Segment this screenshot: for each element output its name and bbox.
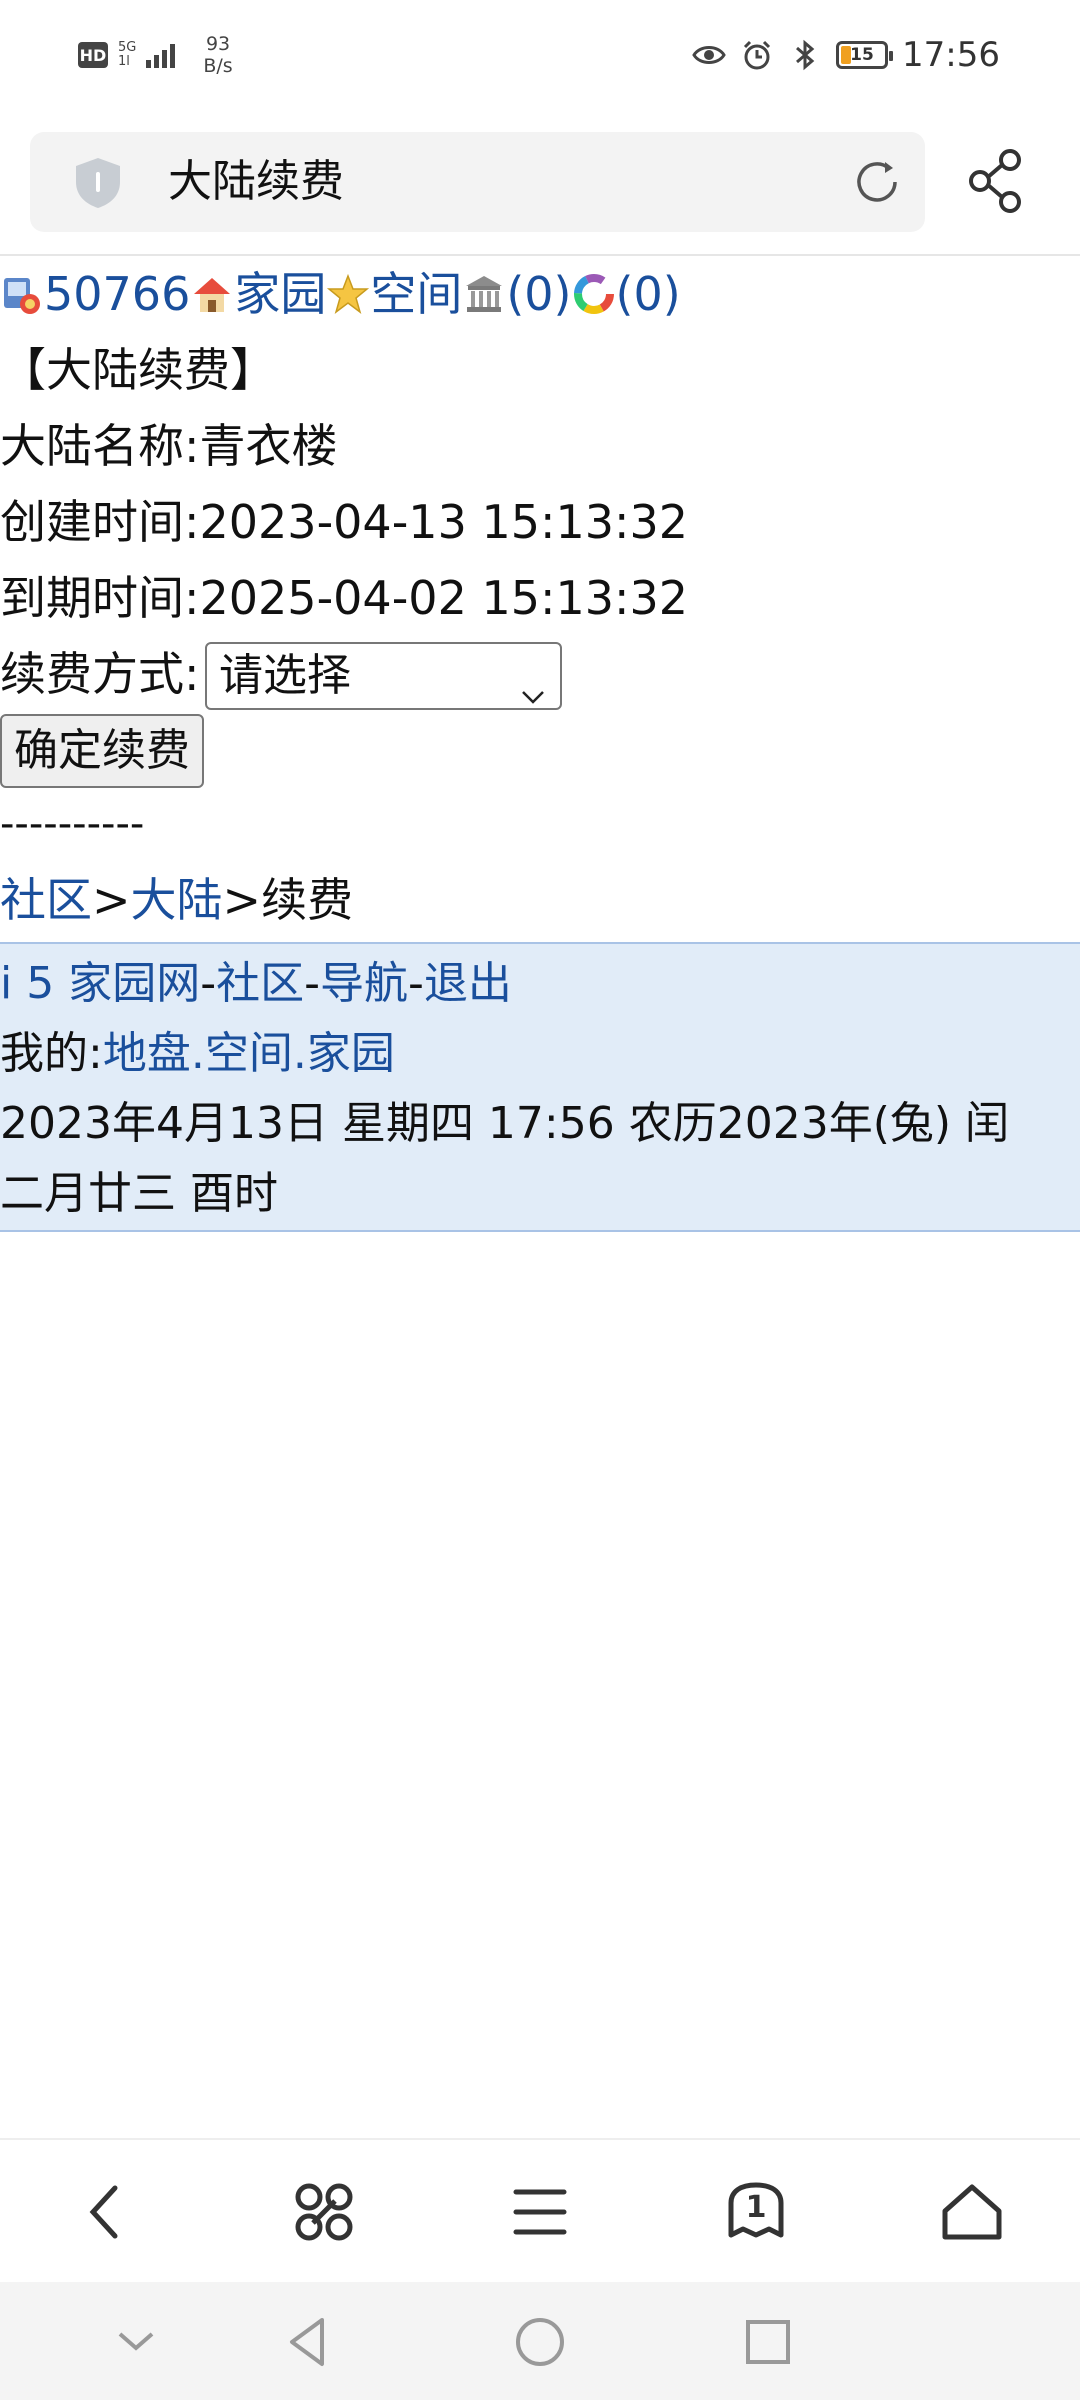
menu-icon[interactable] <box>504 2176 576 2248</box>
breadcrumb: 社区>大陆>续费 <box>0 868 353 932</box>
expire-row: 到期时间:2025-04-02 15:13:32 <box>0 566 688 630</box>
footer-dash-1: - <box>200 958 217 1009</box>
home-icon[interactable] <box>936 2176 1008 2248</box>
page-title[interactable]: 大陆续费 <box>168 154 344 210</box>
footer-space-link[interactable]: 空间 <box>205 1028 293 1079</box>
footer-mine-row: 我的:地盘.空间.家园 <box>0 1022 395 1086</box>
breadcrumb-sep-2: > <box>222 873 262 927</box>
breadcrumb-sep-1: > <box>92 873 131 927</box>
system-nav-bar <box>0 2282 1080 2400</box>
address-bar[interactable]: 大陆续费 <box>30 132 925 232</box>
color-wheel-icon[interactable] <box>572 268 616 314</box>
system-home-icon[interactable] <box>510 2312 570 2372</box>
network-sub-label: 1l <box>118 54 130 69</box>
name-value: 青衣楼 <box>199 419 338 473</box>
battery-icon: 15 <box>836 41 894 69</box>
footer-mine-label: 我的: <box>0 1028 103 1079</box>
space-link[interactable]: 空间 <box>370 267 462 321</box>
network-speed: 93 B/s <box>203 33 232 77</box>
name-row: 大陆名称:青衣楼 <box>0 414 338 478</box>
bluetooth-icon <box>788 38 822 72</box>
separator-line: ---------- <box>0 801 145 847</box>
tabs-count: 1 <box>745 2190 767 2225</box>
star-icon[interactable] <box>326 268 370 314</box>
site-footer: i 5 家园网-社区-导航-退出 我的:地盘.空间.家园 2023年4月13日 … <box>0 942 1080 1232</box>
home-link[interactable]: 家园 <box>234 267 326 321</box>
footer-date-line-1: 2023年4月13日 星期四 17:56 农历2023年(兔) 闰 <box>0 1098 1010 1149</box>
breadcrumb-community[interactable]: 社区 <box>0 873 92 927</box>
user-avatar-icon[interactable] <box>0 268 44 314</box>
created-value: 2023-04-13 15:13:32 <box>199 495 689 549</box>
alarm-icon <box>740 38 774 72</box>
home-house-icon[interactable] <box>190 268 234 312</box>
footer-dot-1: . <box>190 1028 205 1079</box>
expire-value: 2025-04-02 15:13:32 <box>199 571 689 625</box>
signal-icon <box>146 42 176 68</box>
speed-value: 93 <box>205 33 231 55</box>
share-icon[interactable] <box>962 146 1032 216</box>
count1-link[interactable]: (0) <box>506 267 571 321</box>
browser-bottom-nav: 1 <box>0 2138 1080 2284</box>
network-label: 5G <box>118 40 137 55</box>
reload-icon[interactable] <box>849 154 905 210</box>
hd-badge: HD <box>78 42 108 68</box>
chevron-down-icon <box>520 664 546 704</box>
status-right: 15 17:56 <box>692 30 1000 80</box>
renewal-method-select[interactable]: 请选择 <box>205 642 562 710</box>
name-label: 大陆名称: <box>0 419 200 473</box>
status-left: HD 5G 1l 93 B/s <box>78 30 233 80</box>
battery-level: 15 <box>850 45 874 65</box>
footer-dot-2: . <box>292 1028 307 1079</box>
network-type: 5G 1l <box>118 41 136 69</box>
footer-nav-row: i 5 家园网-社区-导航-退出 <box>0 952 512 1016</box>
footer-logout-link[interactable]: 退出 <box>424 958 512 1009</box>
footer-nav-link[interactable]: 导航 <box>320 958 408 1009</box>
system-recents-icon[interactable] <box>738 2312 798 2372</box>
command-icon[interactable] <box>288 2176 360 2248</box>
count2-link[interactable]: (0) <box>616 267 681 321</box>
footer-dash-3: - <box>407 958 424 1009</box>
expire-label: 到期时间: <box>0 571 200 625</box>
breadcrumb-current: 续费 <box>261 873 354 927</box>
renewal-method-selected: 请选择 <box>219 650 351 701</box>
page-heading: 【大陆续费】 <box>0 343 276 397</box>
user-id-link[interactable]: 50766 <box>44 267 190 321</box>
shield-icon[interactable] <box>70 154 126 210</box>
footer-site-link[interactable]: i 5 家园网 <box>0 958 200 1009</box>
footer-date-line-2: 二月廿三 酉时 <box>0 1168 278 1219</box>
status-time: 17:56 <box>902 35 1000 75</box>
back-icon[interactable] <box>70 2176 142 2248</box>
address-bar-divider <box>0 254 1080 256</box>
method-label: 续费方式: <box>0 647 200 701</box>
footer-land-link[interactable]: 地盘 <box>103 1028 191 1079</box>
system-back-icon[interactable] <box>278 2312 338 2372</box>
bank-building-icon[interactable] <box>462 268 506 312</box>
confirm-renewal-button[interactable]: 确定续费 <box>0 714 204 788</box>
eye-icon <box>692 38 726 72</box>
breadcrumb-continent[interactable]: 大陆 <box>131 873 223 927</box>
status-bar: HD 5G 1l 93 B/s 15 17:56 <box>0 0 1080 110</box>
footer-community-link[interactable]: 社区 <box>216 958 304 1009</box>
collapse-chevron-icon[interactable] <box>106 2312 166 2372</box>
created-label: 创建时间: <box>0 495 200 549</box>
speed-unit: B/s <box>203 55 233 77</box>
footer-dash-2: - <box>304 958 320 1009</box>
tabs-icon[interactable]: 1 <box>720 2176 792 2248</box>
footer-home-link[interactable]: 家园 <box>307 1028 395 1079</box>
user-topline: 50766 家园 空间 (0) (0) <box>0 262 681 326</box>
created-row: 创建时间:2023-04-13 15:13:32 <box>0 490 688 554</box>
